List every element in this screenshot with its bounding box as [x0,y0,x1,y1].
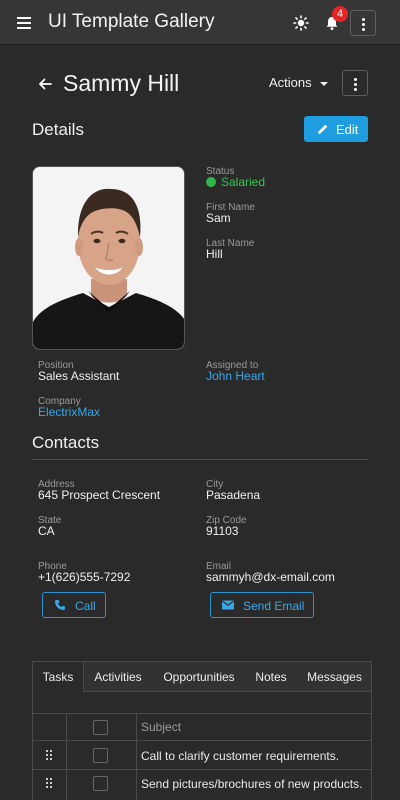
status-value: Salaried [221,175,266,189]
grid-header-bottom [33,740,371,741]
first-name-value: Sam [206,211,231,225]
edit-button[interactable]: Edit [304,116,368,142]
email-value: sammyh@dx-email.com [206,570,335,584]
profile-more-button[interactable] [342,70,368,96]
mail-icon [222,600,234,610]
call-label: Call [75,599,96,613]
status-indicator [206,177,216,187]
state-value: CA [38,524,55,538]
details-title: Details [32,120,84,139]
send-email-label: Send Email [243,599,305,613]
address-value: 645 Prospect Crescent [38,488,161,502]
position-value: Sales Assistant [38,369,120,383]
caret-down-icon [319,81,328,86]
tab-messages[interactable]: Messages [296,662,371,692]
actions-label: Actions [269,75,312,90]
contacts-title: Contacts [32,433,100,452]
select-all-checkbox[interactable] [93,720,108,735]
tab-tasks[interactable]: Tasks [33,662,84,692]
arrow-left-icon [39,78,52,90]
actions-dropdown-button[interactable]: Actions [269,75,328,90]
sun-icon [293,15,309,31]
tab-activities[interactable]: Activities [84,662,152,692]
send-email-button[interactable]: Send Email [210,592,314,618]
subject-column-header[interactable]: Subject [141,720,181,734]
tabs-panel: Tasks Activities Opportunities Notes Mes… [32,661,372,800]
grid-row-divider [33,769,371,770]
grid-col-divider-2 [136,713,137,800]
row-checkbox[interactable] [93,776,108,791]
city-value: Pasadena [206,488,261,502]
drag-handle-icon[interactable] [46,778,54,790]
grid-header-top [33,713,371,714]
task-subject: Call to clarify customer requirements. [141,749,340,763]
more-options-button[interactable] [350,10,376,36]
call-button[interactable]: Call [42,592,106,618]
top-toolbar: UI Template Gallery 4 [0,0,400,45]
grid-col-divider-1 [66,713,67,800]
contacts-divider [32,459,368,460]
company-link[interactable]: ElectrixMax [38,405,100,419]
zip-code-value: 91103 [206,524,239,538]
menu-icon[interactable] [12,11,36,35]
contact-photo [32,166,185,350]
task-subject: Send pictures/brochures of new products. [141,777,363,791]
app-title: UI Template Gallery [48,11,215,32]
tab-opportunities[interactable]: Opportunities [152,662,246,692]
tab-notes[interactable]: Notes [246,662,296,692]
phone-icon [55,600,65,610]
contact-name: Sammy Hill [63,70,180,96]
assigned-to-link[interactable]: John Heart [206,369,265,383]
pencil-icon [318,124,328,134]
notification-badge: 4 [332,6,348,22]
back-button[interactable] [34,73,56,95]
last-name-value: Hill [206,247,223,261]
row-checkbox[interactable] [93,748,108,763]
phone-value: +1(626)555-7292 [38,570,131,584]
theme-toggle-button[interactable] [289,11,313,35]
edit-label: Edit [336,122,359,137]
drag-handle-icon[interactable] [46,750,54,762]
